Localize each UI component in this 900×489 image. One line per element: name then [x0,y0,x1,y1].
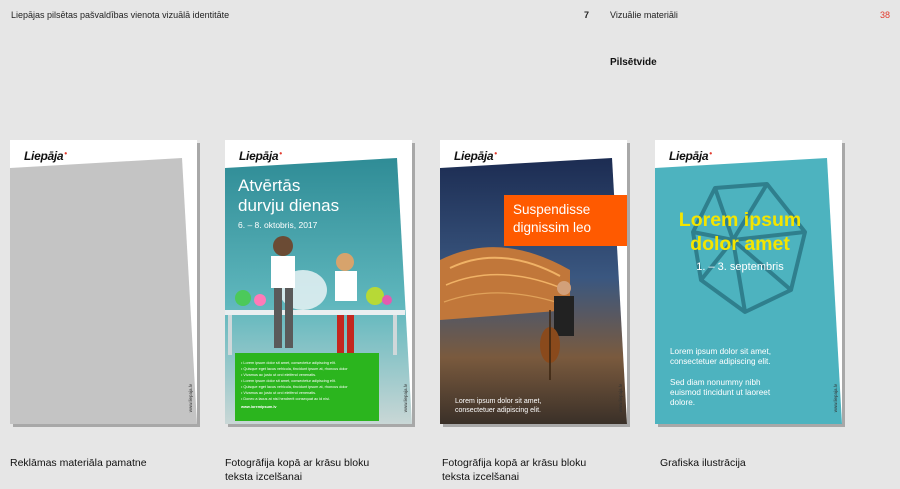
poster-url: www.liepaja.lv [833,383,838,412]
green-text-block: • Lorem ipsum dolor sit amet, consectetu… [235,353,379,421]
poster-date: 1. – 3. septembris [696,261,784,273]
section-title: Pilsētvide [610,57,657,68]
poster-url: www.liepaja.lv [403,383,408,412]
liepaja-logo: Liepāja• [669,149,712,163]
poster-body-text: Lorem ipsum dolor sit amet, consectetuer… [670,347,772,366]
poster-url: www.liepaja.lv [188,383,193,412]
poster-body-text: Lorem ipsum dolor sit amet, consectetuer… [455,398,542,414]
liepaja-logo: Liepāja• [239,149,282,163]
grey-placeholder-shape [10,158,197,424]
poster-open-doors: Liepāja• Atvērtās durvju dienas 6. – 8. … [225,140,412,424]
poster-url: www.liepaja.lv [618,383,623,412]
orange-headline-block: Suspendisse dignissim leo [504,195,627,246]
page-number-right: 38 [879,10,890,20]
section-name: Vizuālie materiāli [610,10,678,20]
caption-base-template: Reklāmas materiāla pamatne [10,457,147,469]
poster-concert: Liepāja• Suspendisse dignissim leo Lorem… [440,140,627,424]
document-title: Liepājas pilsētas pašvaldības vienota vi… [11,10,230,20]
poster-base-template: Liepāja• www.liepaja.lv [10,140,197,424]
page-number-left: 7 [584,10,590,20]
caption-graphic-illustration: Grafiska ilustrācija [660,457,746,469]
poster-body-text-secondary: Sed diam nonummy nibh euismod tincidunt … [670,378,771,407]
caption-photo-color-block-1: Fotogrāfija kopā ar krāsu bloku teksta i… [225,457,370,483]
poster-headline: Lorem ipsum dolor amet [678,209,802,255]
poster-date: 6. – 8. oktobris, 2017 [238,220,318,230]
photo-cellist-concert-hall [440,158,627,424]
liepaja-logo: Liepāja• [24,149,67,163]
caption-photo-color-block-2: Fotogrāfija kopā ar krāsu bloku teksta i… [442,457,587,483]
poster-headline: Atvērtās durvju dienas [238,176,340,215]
liepaja-logo: Liepāja• [454,149,497,163]
poster-illustration: Liepāja• Lorem ipsum dolor amet 1. – 3. … [655,140,842,424]
